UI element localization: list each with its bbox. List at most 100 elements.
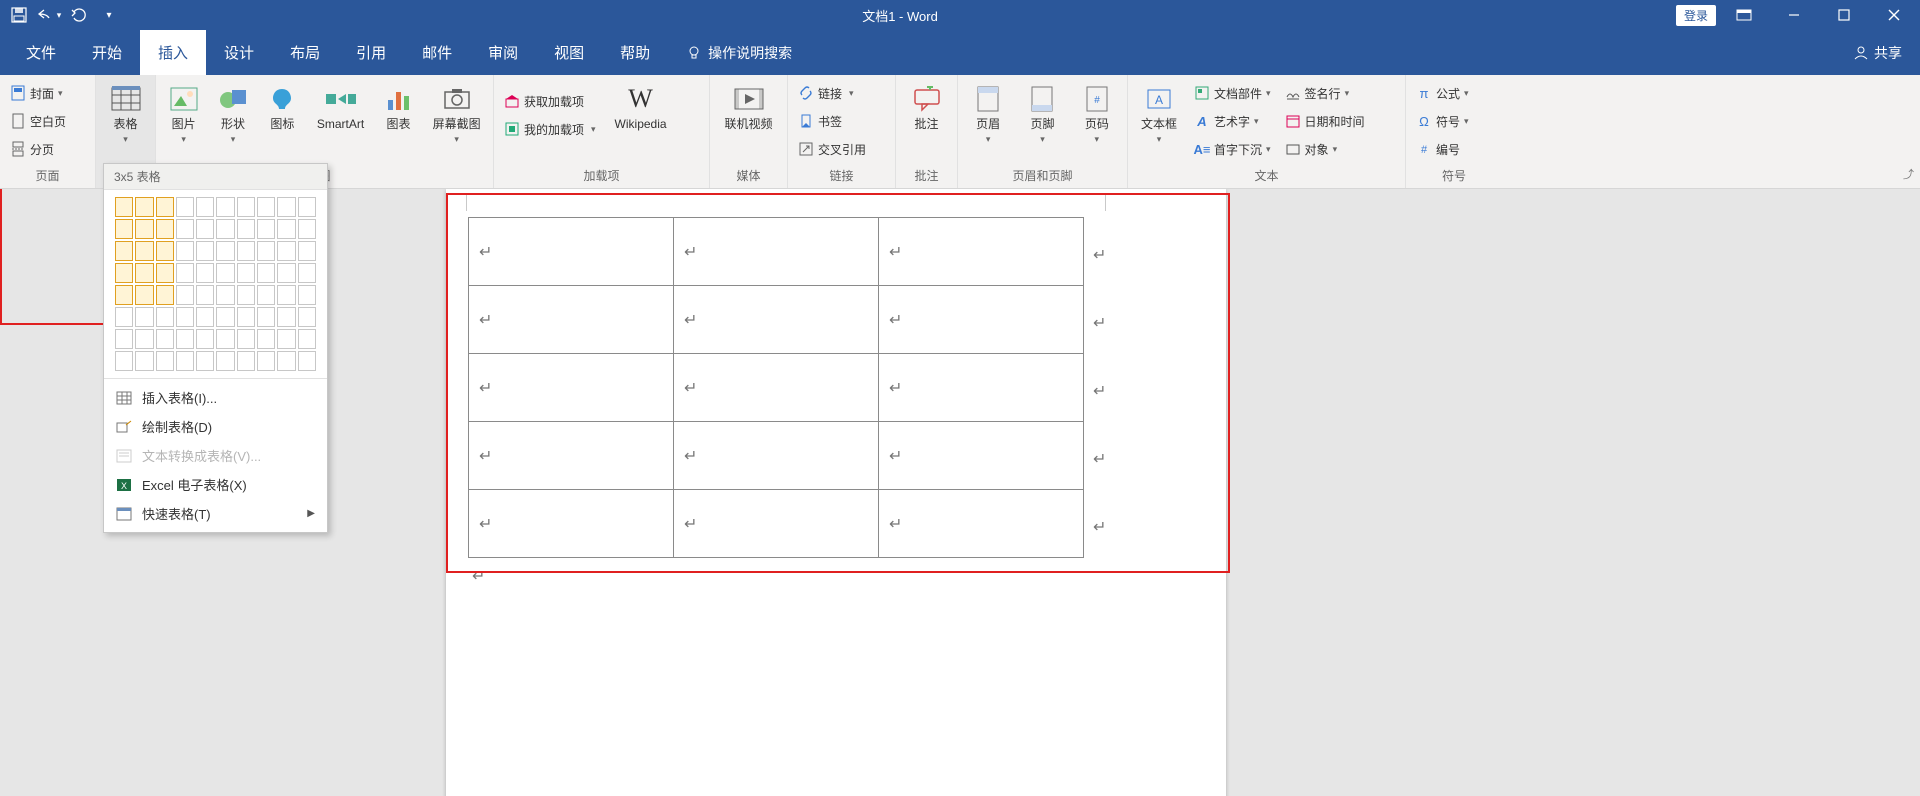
table-grid-picker[interactable] (104, 190, 327, 378)
grid-cell[interactable] (277, 219, 295, 239)
drop-cap-button[interactable]: A≡首字下沉▾ (1190, 137, 1275, 161)
grid-cell[interactable] (176, 197, 194, 217)
grid-cell[interactable] (257, 351, 275, 371)
insert-table-menu[interactable]: 插入表格(I)... (104, 383, 327, 412)
grid-cell[interactable] (196, 351, 214, 371)
grid-cell[interactable] (216, 329, 234, 349)
table-cell[interactable]: ↵ (879, 490, 1084, 558)
footer-button[interactable]: 页脚▾ (1018, 79, 1066, 146)
grid-cell[interactable] (135, 307, 153, 327)
grid-cell[interactable] (156, 263, 174, 283)
grid-cell[interactable] (176, 351, 194, 371)
inserted-table[interactable]: ↵↵↵↵↵↵↵↵↵↵↵↵↵↵↵ (468, 217, 1084, 558)
online-video-button[interactable]: 联机视频 (716, 79, 781, 131)
grid-cell[interactable] (115, 241, 133, 261)
collapse-ribbon-icon[interactable]: ⤴ (1903, 166, 1914, 182)
grid-cell[interactable] (156, 351, 174, 371)
tab-home[interactable]: 开始 (74, 30, 140, 75)
grid-cell[interactable] (115, 197, 133, 217)
undo-button[interactable]: ▾ (34, 2, 64, 28)
icons-button[interactable]: 图标 (261, 79, 304, 131)
grid-cell[interactable] (196, 307, 214, 327)
grid-cell[interactable] (135, 329, 153, 349)
grid-cell[interactable] (298, 329, 316, 349)
header-button[interactable]: 页眉▾ (964, 79, 1012, 146)
grid-cell[interactable] (176, 285, 194, 305)
tab-design[interactable]: 设计 (206, 30, 272, 75)
grid-cell[interactable] (216, 285, 234, 305)
link-button[interactable]: 链接▾ (794, 81, 870, 105)
tab-insert[interactable]: 插入 (140, 30, 206, 75)
grid-cell[interactable] (237, 219, 255, 239)
grid-cell[interactable] (156, 307, 174, 327)
grid-cell[interactable] (237, 329, 255, 349)
grid-cell[interactable] (277, 197, 295, 217)
grid-cell[interactable] (115, 307, 133, 327)
tab-review[interactable]: 审阅 (470, 30, 536, 75)
quick-tables-menu[interactable]: 快速表格(T)▶ (104, 499, 327, 528)
grid-cell[interactable] (135, 241, 153, 261)
grid-cell[interactable] (135, 219, 153, 239)
grid-cell[interactable] (176, 219, 194, 239)
grid-cell[interactable] (176, 263, 194, 283)
get-addins-button[interactable]: 获取加载项 (500, 89, 600, 113)
symbol-button[interactable]: Ω符号▾ (1412, 109, 1473, 133)
grid-cell[interactable] (277, 241, 295, 261)
table-cell[interactable]: ↵ (879, 286, 1084, 354)
signature-line-button[interactable]: 签名行▾ (1281, 81, 1369, 105)
grid-cell[interactable] (298, 351, 316, 371)
grid-cell[interactable] (237, 351, 255, 371)
grid-cell[interactable] (156, 197, 174, 217)
comment-button[interactable]: 批注 (902, 79, 951, 131)
grid-cell[interactable] (176, 329, 194, 349)
tab-references[interactable]: 引用 (338, 30, 404, 75)
table-cell[interactable]: ↵ (674, 354, 879, 422)
grid-cell[interactable] (176, 307, 194, 327)
tab-help[interactable]: 帮助 (602, 30, 668, 75)
grid-cell[interactable] (216, 351, 234, 371)
login-button[interactable]: 登录 (1676, 5, 1716, 26)
grid-cell[interactable] (216, 263, 234, 283)
tab-view[interactable]: 视图 (536, 30, 602, 75)
grid-cell[interactable] (298, 263, 316, 283)
grid-cell[interactable] (257, 307, 275, 327)
grid-cell[interactable] (156, 285, 174, 305)
smartart-button[interactable]: SmartArt (310, 79, 371, 131)
grid-cell[interactable] (216, 197, 234, 217)
table-cell[interactable]: ↵ (674, 286, 879, 354)
grid-cell[interactable] (196, 219, 214, 239)
grid-cell[interactable] (216, 219, 234, 239)
grid-cell[interactable] (115, 351, 133, 371)
grid-cell[interactable] (156, 219, 174, 239)
grid-cell[interactable] (257, 241, 275, 261)
share-button[interactable]: 共享 (1874, 43, 1902, 63)
grid-cell[interactable] (115, 285, 133, 305)
grid-cell[interactable] (257, 329, 275, 349)
grid-cell[interactable] (115, 263, 133, 283)
grid-cell[interactable] (156, 329, 174, 349)
grid-cell[interactable] (277, 307, 295, 327)
table-cell[interactable]: ↵ (469, 354, 674, 422)
my-addins-button[interactable]: 我的加载项▾ (500, 117, 600, 141)
screenshot-button[interactable]: 屏幕截图▾ (426, 79, 487, 146)
grid-cell[interactable] (257, 263, 275, 283)
table-cell[interactable]: ↵ (674, 490, 879, 558)
blank-page-button[interactable]: 空白页 (6, 109, 70, 133)
grid-cell[interactable] (298, 285, 316, 305)
wikipedia-button[interactable]: WWikipedia (606, 79, 676, 131)
grid-cell[interactable] (115, 219, 133, 239)
number-button[interactable]: #编号 (1412, 137, 1473, 161)
grid-cell[interactable] (298, 307, 316, 327)
tab-layout[interactable]: 布局 (272, 30, 338, 75)
page-break-button[interactable]: 分页 (6, 137, 70, 161)
cross-reference-button[interactable]: 交叉引用 (794, 137, 870, 161)
tab-file[interactable]: 文件 (8, 30, 74, 75)
grid-cell[interactable] (237, 197, 255, 217)
grid-cell[interactable] (135, 351, 153, 371)
minimize-button[interactable] (1772, 1, 1816, 29)
grid-cell[interactable] (277, 329, 295, 349)
redo-button[interactable] (64, 2, 94, 28)
page-number-button[interactable]: #页码▾ (1073, 79, 1121, 146)
grid-cell[interactable] (196, 241, 214, 261)
grid-cell[interactable] (196, 329, 214, 349)
